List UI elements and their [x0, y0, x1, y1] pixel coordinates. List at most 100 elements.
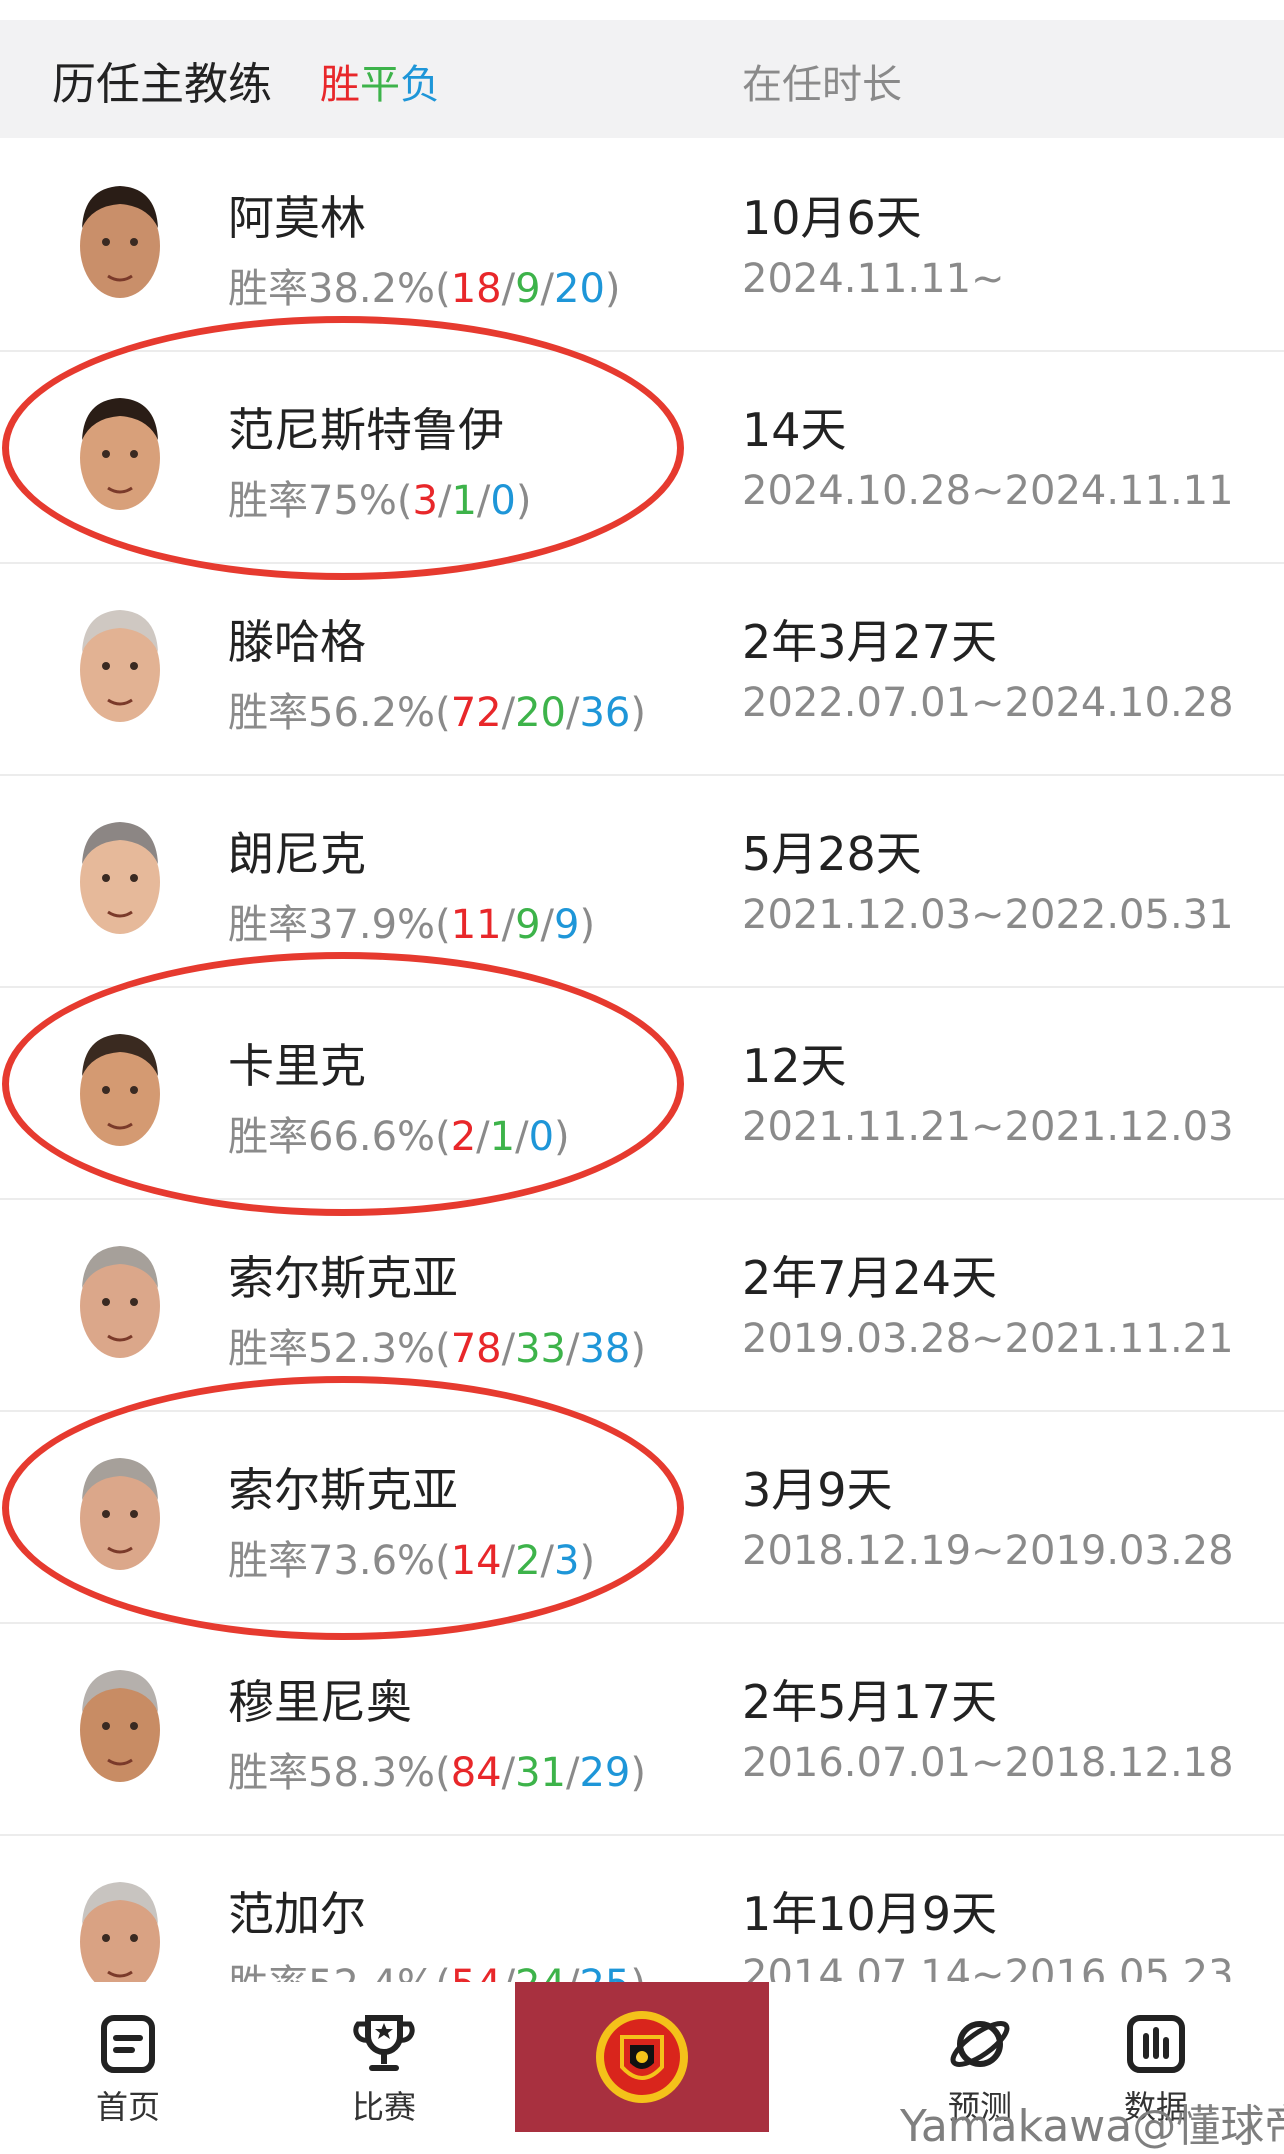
tab-home-label: 首页 [95, 2088, 160, 2126]
win-rate: 胜率75% [228, 478, 397, 524]
coach-avatar [80, 1458, 160, 1570]
coach-row[interactable]: 索尔斯克亚胜率52.3%(78/33/38) 2年7月24天 2019.03.28~… [0, 1198, 1284, 1412]
coach-name: 索尔斯克亚 [228, 1251, 458, 1305]
win-rate: 胜率37.9% [228, 902, 436, 948]
coach-name: 范加尔 [228, 1887, 366, 1941]
coach-record: 胜率58.3%(84/31/29) [228, 1750, 646, 1796]
watermark: Yamakawa@懂球帝 [900, 2101, 1284, 2152]
trophy-icon [353, 2015, 415, 2071]
losses-count: 9 [554, 902, 580, 948]
tab-home[interactable]: 首页 [28, 1982, 228, 2153]
win-rate: 胜率38.2% [228, 266, 436, 312]
tenure-length: 12天 [742, 1039, 847, 1093]
tenure-dates: 2021.11.21~2021.12.03 [742, 1104, 1234, 1150]
legend-win: 胜 [320, 62, 360, 108]
tenure-length: 2年3月27天 [742, 615, 998, 669]
coach-record: 胜率66.6%(2/1/0) [228, 1114, 570, 1160]
coach-avatar [80, 186, 160, 298]
planet-icon [950, 2021, 1010, 2067]
coach-name: 卡里克 [228, 1039, 366, 1093]
losses-count: 3 [554, 1538, 580, 1584]
draws-count: 31 [515, 1750, 566, 1796]
wins-count: 14 [450, 1538, 502, 1584]
coach-name: 朗尼克 [228, 827, 366, 881]
tenure-length: 2年5月17天 [742, 1675, 998, 1729]
bar-chart-icon [1127, 2015, 1185, 2073]
page-title: 历任主教练 [52, 59, 272, 110]
tenure-length: 14天 [742, 403, 847, 457]
win-rate: 胜率52.3% [228, 1326, 436, 1372]
win-rate: 胜率73.6% [228, 1538, 436, 1584]
losses-count: 36 [579, 690, 631, 736]
legend-loss: 负 [400, 62, 440, 108]
coach-record: 胜率52.3%(78/33/38) [228, 1326, 646, 1372]
result-legend: 胜平负 [320, 52, 440, 110]
win-rate: 胜率58.3% [228, 1750, 436, 1796]
list-header: 历任主教练 胜平负 在任时长 [0, 20, 1284, 138]
win-rate: 胜率66.6% [228, 1114, 436, 1160]
draws-count: 33 [515, 1326, 566, 1372]
wins-count: 78 [450, 1326, 502, 1372]
coach-record: 胜率37.9%(11/9/9) [228, 902, 596, 948]
tenure-dates: 2018.12.19~2019.03.28 [742, 1528, 1234, 1574]
legend-draw: 平 [360, 62, 400, 108]
coach-name: 范尼斯特鲁伊 [228, 403, 504, 457]
coach-avatar [80, 1034, 160, 1146]
wins-count: 11 [450, 902, 502, 948]
tenure-length: 3月9天 [742, 1463, 893, 1517]
coach-avatar [80, 398, 160, 510]
tab-matches-label: 比赛 [351, 2088, 416, 2126]
coach-row[interactable]: 卡里克胜率66.6%(2/1/0) 12天 2021.11.21~2021.12.0… [0, 986, 1284, 1200]
wins-count: 72 [450, 690, 502, 736]
tenure-dates: 2021.12.03~2022.05.31 [742, 892, 1234, 938]
draws-count: 9 [515, 902, 541, 948]
tenure-length: 2年7月24天 [742, 1251, 998, 1305]
losses-count: 0 [490, 478, 516, 524]
coach-row[interactable]: 阿莫林胜率38.2%(18/9/20) 10月6天 2024.11.11~ [0, 138, 1284, 352]
coach-name: 穆里尼奥 [228, 1675, 412, 1729]
wins-count: 2 [450, 1114, 477, 1160]
top-spacer [0, 0, 1284, 20]
tab-matches[interactable]: 比赛 [284, 1982, 484, 2153]
home-icon [101, 2015, 155, 2073]
wins-count: 84 [450, 1750, 502, 1796]
win-rate: 胜率56.2% [228, 690, 436, 736]
duration-column-label: 在任时长 [742, 62, 902, 108]
coach-record: 胜率75%(3/1/0) [228, 478, 532, 524]
tenure-length: 1年10月9天 [742, 1887, 998, 1941]
draws-count: 9 [515, 266, 541, 312]
club-crest-button[interactable] [515, 1982, 769, 2132]
coach-name: 阿莫林 [228, 191, 366, 245]
coach-row[interactable]: 穆里尼奥胜率58.3%(84/31/29) 2年5月17天 2016.07.01~2… [0, 1622, 1284, 1836]
coach-row[interactable]: 滕哈格 胜率56.2%(72/20/36) 2年3月27天 2022.07.01~20… [0, 562, 1284, 776]
wins-count: 3 [412, 478, 438, 524]
losses-count: 20 [554, 266, 605, 312]
losses-count: 0 [528, 1114, 555, 1160]
coach-row[interactable]: 范尼斯特鲁伊胜率75%(3/1/0) 14天 2024.10.28~2024.11.… [0, 350, 1284, 564]
coach-record: 胜率38.2%(18/9/20) [228, 266, 621, 312]
draws-count: 20 [515, 690, 566, 736]
draws-count: 1 [451, 478, 477, 524]
tenure-length: 10月6天 [742, 191, 922, 245]
draws-count: 1 [489, 1114, 516, 1160]
losses-count: 29 [579, 1750, 631, 1796]
tenure-length: 5月28天 [742, 827, 922, 881]
club-crest-icon [596, 2011, 688, 2103]
coach-avatar [80, 1670, 160, 1782]
coach-name: 滕哈格 [228, 615, 366, 669]
coach-row[interactable]: 索尔斯克亚胜率73.6%(14/2/3) 3月9天 2018.12.19~2019.… [0, 1410, 1284, 1624]
coach-record: 胜率73.6%(14/2/3) [228, 1538, 596, 1584]
coach-avatar [80, 610, 160, 722]
coach-record: 胜率56.2%(72/20/36) [228, 690, 646, 736]
tenure-dates: 2016.07.01~2018.12.18 [742, 1740, 1234, 1786]
coach-name: 索尔斯克亚 [228, 1463, 458, 1517]
tenure-dates: 2024.11.11~ [742, 256, 1005, 302]
losses-count: 38 [579, 1326, 631, 1372]
tenure-dates: 2019.03.28~2021.11.21 [742, 1316, 1234, 1362]
draws-count: 2 [515, 1538, 541, 1584]
coach-row[interactable]: 朗尼克胜率37.9%(11/9/9) 5月28天 2021.12.03~2022.0… [0, 774, 1284, 988]
wins-count: 18 [450, 266, 502, 312]
coach-avatar [80, 1246, 160, 1358]
tenure-dates: 2024.10.28~2024.11.11 [742, 468, 1234, 514]
coach-avatar [80, 822, 160, 934]
